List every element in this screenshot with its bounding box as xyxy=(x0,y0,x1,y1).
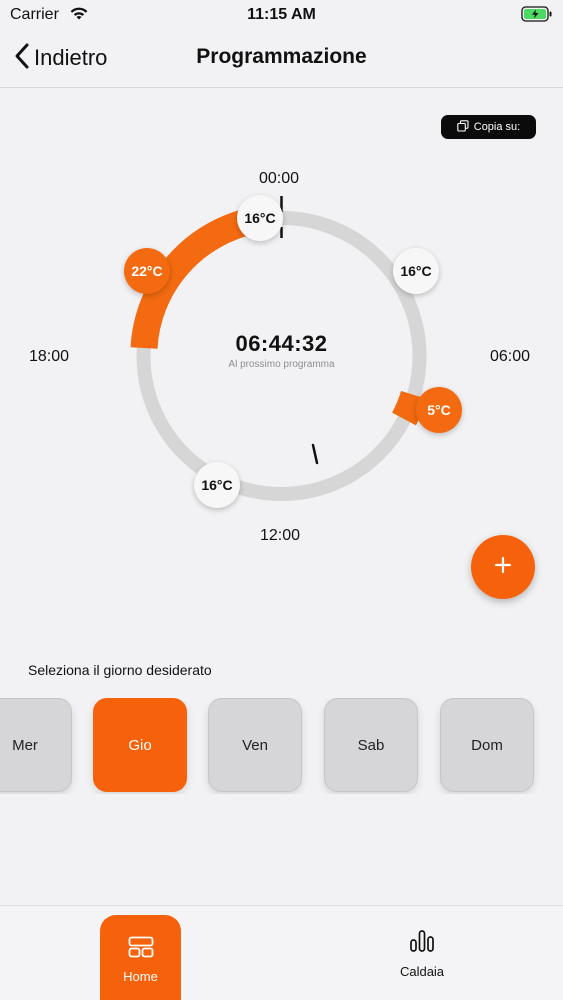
home-grid-icon xyxy=(128,936,154,961)
day-chip-ven[interactable]: Ven xyxy=(208,698,302,792)
countdown-caption: Al prossimo programma xyxy=(228,359,335,370)
day-chip-mer[interactable]: Mer xyxy=(0,698,72,792)
current-time-hand xyxy=(311,443,319,465)
tab-bar: Home Caldaia xyxy=(0,905,563,1000)
tab-caldaia-label: Caldaia xyxy=(399,963,445,979)
temp-knob-afternoon[interactable]: 16°C xyxy=(194,462,240,508)
temp-knob-midnight[interactable]: 16°C xyxy=(237,195,283,241)
day-select-prompt: Seleziona il giorno desiderato xyxy=(28,662,212,678)
day-selector: Mer Gio Ven Sab Dom xyxy=(0,698,563,794)
day-chip-gio[interactable]: Gio xyxy=(93,698,187,792)
temp-knob-evening[interactable]: 22°C xyxy=(124,248,170,294)
tab-home-label: Home xyxy=(123,969,158,984)
add-program-button[interactable] xyxy=(471,535,535,599)
bar-chart-icon xyxy=(409,929,435,956)
day-chip-sab[interactable]: Sab xyxy=(324,698,418,792)
dial-ring xyxy=(130,196,427,501)
temp-knob-morning[interactable]: 5°C xyxy=(416,387,462,433)
hour-label-00: 00:00 xyxy=(259,170,300,187)
countdown-timer: 06:44:32 xyxy=(235,331,328,356)
hour-label-12: 12:00 xyxy=(260,527,301,544)
temp-knob-early-morning[interactable]: 16°C xyxy=(393,248,439,294)
plus-icon xyxy=(494,556,512,579)
day-chip-dom[interactable]: Dom xyxy=(440,698,534,792)
dial-segment-5c xyxy=(391,390,427,426)
tab-caldaia[interactable]: Caldaia xyxy=(378,906,466,1000)
tab-home[interactable]: Home xyxy=(100,915,181,1000)
